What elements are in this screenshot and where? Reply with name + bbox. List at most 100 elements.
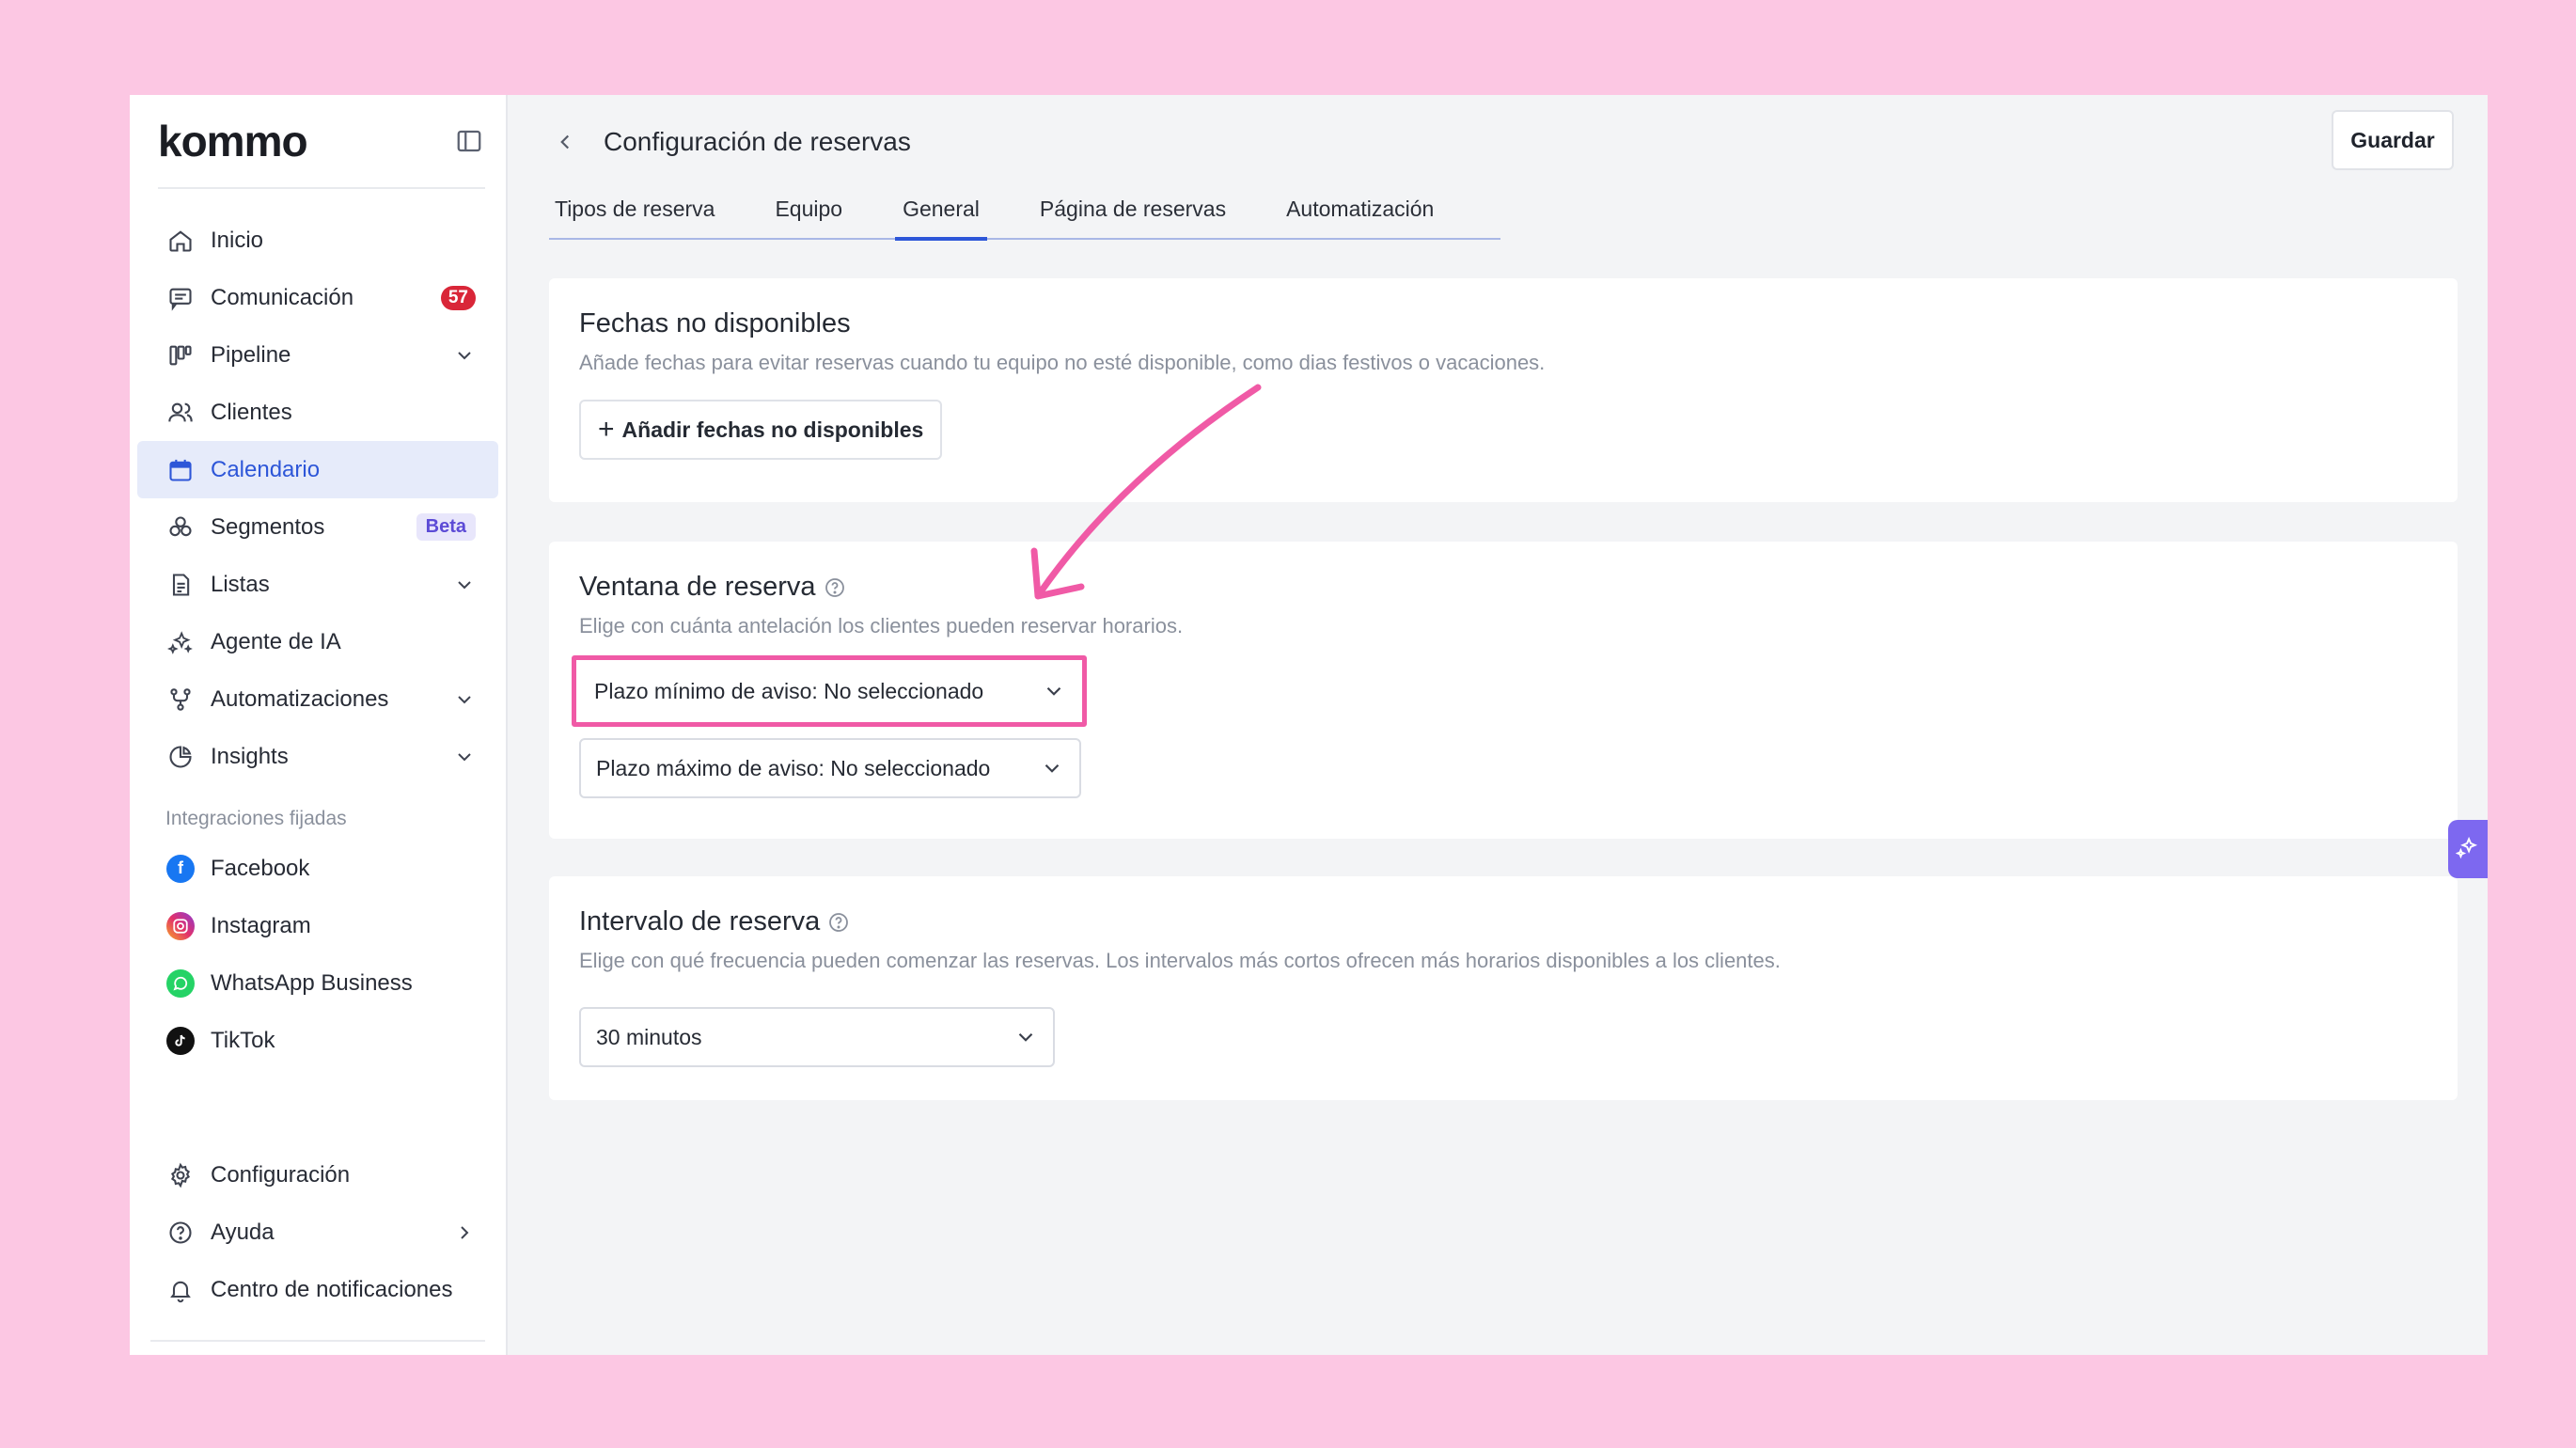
whatsapp-icon [165, 968, 196, 999]
sidebar-item-label: Comunicación [211, 284, 354, 310]
interval-select[interactable]: 30 minutos [579, 1007, 1055, 1067]
chevron-down-icon[interactable] [453, 344, 476, 367]
card-description: Elige con qué frecuencia pueden comenzar… [579, 949, 1781, 972]
help-icon [165, 1218, 196, 1248]
sidebar-item-comunicacion[interactable]: Comunicación 57 [137, 269, 498, 326]
card-title-text: Ventana de reserva [579, 572, 816, 602]
back-arrow-icon[interactable] [553, 130, 577, 154]
tab-equipo[interactable]: Equipo [767, 195, 850, 238]
sidebar-item-configuracion[interactable]: Configuración [137, 1146, 498, 1204]
add-unavailable-dates-button[interactable]: + Añadir fechas no disponibles [579, 400, 943, 460]
sidebar-item-ayuda[interactable]: Ayuda [137, 1204, 498, 1261]
tab-pagina-de-reservas[interactable]: Página de reservas [1032, 195, 1233, 238]
home-icon [165, 226, 196, 256]
chat-icon [165, 283, 196, 313]
sidebar-item-automatizaciones[interactable]: Automatizaciones [137, 670, 498, 728]
help-icon[interactable] [827, 911, 850, 934]
booking-window-card: Ventana de reserva Elige con cuánta ante… [549, 542, 2458, 839]
chevron-down-icon [1042, 679, 1066, 703]
sidebar-item-label: TikTok [211, 1027, 275, 1053]
sidebar-item-calendario[interactable]: Calendario [137, 441, 498, 498]
sidebar-item-facebook[interactable]: f Facebook [137, 840, 498, 897]
card-title-text: Intervalo de reserva [579, 906, 821, 936]
max-notice-select[interactable]: Plazo máximo de aviso: No seleccionado [579, 738, 1081, 798]
card-title: Fechas no disponibles [579, 308, 2427, 339]
sidebar-item-segmentos[interactable]: Segmentos Beta [137, 498, 498, 556]
booking-interval-card: Intervalo de reserva Elige con qué frecu… [549, 876, 2458, 1100]
sidebar-item-label: Listas [211, 571, 270, 597]
sidebar-item-label: Inicio [211, 227, 264, 253]
tiktok-icon [165, 1026, 196, 1056]
sidebar-item-pipeline[interactable]: Pipeline [137, 326, 498, 384]
users-icon [165, 398, 196, 428]
main-nav: Inicio Comunicación 57 Pipeline Clientes… [130, 189, 506, 1069]
help-icon[interactable] [824, 576, 846, 599]
select-value: Plazo máximo de aviso: No seleccionado [596, 755, 991, 780]
gear-icon [165, 1160, 196, 1190]
ai-assistant-button[interactable] [2448, 820, 2488, 878]
beta-badge: Beta [416, 513, 476, 541]
sidebar-item-label: WhatsApp Business [211, 969, 413, 996]
sidebar-item-clientes[interactable]: Clientes [137, 384, 498, 441]
sidebar-item-notificaciones[interactable]: Centro de notificaciones [137, 1261, 498, 1318]
sidebar: kommo Inicio Comunicación 57 Pipeline Cl… [130, 95, 508, 1355]
card-description: Elige con cuánta antelación los clientes… [579, 614, 1184, 637]
select-value: Plazo mínimo de aviso: No seleccionado [594, 678, 984, 703]
tab-automatizacion[interactable]: Automatización [1279, 195, 1441, 238]
calendar-icon [165, 455, 196, 485]
card-title: Intervalo de reserva [579, 906, 2427, 937]
sidebar-header: kommo [158, 95, 485, 189]
sidebar-item-insights[interactable]: Insights [137, 728, 498, 785]
sidebar-item-label: Segmentos [211, 513, 325, 540]
pipeline-icon [165, 340, 196, 370]
facebook-icon: f [165, 854, 196, 884]
sparkle-icon [2455, 835, 2480, 864]
sidebar-item-whatsapp[interactable]: WhatsApp Business [137, 954, 498, 1012]
unread-count-badge: 57 [440, 285, 476, 310]
app-window: kommo Inicio Comunicación 57 Pipeline Cl… [130, 95, 2488, 1355]
sidebar-item-label: Insights [211, 743, 289, 769]
chevron-down-icon[interactable] [453, 574, 476, 596]
instagram-icon [165, 911, 196, 941]
sidebar-item-label: Centro de notificaciones [211, 1276, 453, 1302]
sidebar-item-label: Instagram [211, 912, 311, 938]
integrations-section-label: Integraciones fijadas [165, 808, 347, 829]
sidebar-item-label: Facebook [211, 855, 310, 881]
button-label: Añadir fechas no disponibles [621, 417, 924, 442]
sidebar-item-tiktok[interactable]: TikTok [137, 1012, 498, 1069]
sidebar-bottom-nav: Configuración Ayuda Centro de notificaci… [130, 1146, 506, 1318]
chevron-down-icon [1013, 1025, 1038, 1049]
min-notice-select[interactable]: Plazo mínimo de aviso: No seleccionado [579, 663, 1081, 719]
sidebar-item-agente-ia[interactable]: Agente de IA [137, 613, 498, 670]
sidebar-item-inicio[interactable]: Inicio [137, 212, 498, 269]
plus-icon: + [598, 414, 615, 445]
chevron-right-icon[interactable] [453, 1221, 476, 1244]
sidebar-item-label: Calendario [211, 456, 321, 482]
segments-icon [165, 512, 196, 543]
sidebar-toggle-icon[interactable] [453, 125, 485, 157]
page-header: Configuración de reservas Guardar [508, 95, 2488, 189]
sidebar-divider [150, 1340, 485, 1342]
automation-icon [165, 685, 196, 715]
logo: kommo [158, 117, 308, 165]
settings-tabs: Tipos de reserva Equipo General Página d… [549, 195, 1500, 241]
sidebar-item-label: Configuración [211, 1161, 351, 1188]
pie-chart-icon [165, 742, 196, 772]
card-title: Ventana de reserva [579, 572, 2427, 603]
sidebar-item-label: Clientes [211, 399, 292, 425]
sidebar-item-label: Automatizaciones [211, 685, 389, 712]
unavailable-dates-card: Fechas no disponibles Añade fechas para … [549, 278, 2458, 502]
card-description: Añade fechas para evitar reservas cuando… [579, 351, 1546, 374]
bell-icon [165, 1275, 196, 1305]
highlight-frame: Plazo mínimo de aviso: No seleccionado [572, 655, 1087, 727]
sidebar-item-instagram[interactable]: Instagram [137, 897, 498, 954]
sidebar-item-listas[interactable]: Listas [137, 556, 498, 613]
chevron-down-icon[interactable] [453, 746, 476, 768]
chevron-down-icon[interactable] [453, 688, 476, 711]
tab-tipos-de-reserva[interactable]: Tipos de reserva [549, 195, 722, 238]
save-button[interactable]: Guardar [2332, 110, 2454, 170]
select-value: 30 minutos [596, 1024, 702, 1049]
main-content: Configuración de reservas Guardar Tipos … [508, 95, 2488, 1355]
sidebar-item-label: Agente de IA [211, 628, 341, 654]
tab-general[interactable]: General [895, 195, 987, 241]
